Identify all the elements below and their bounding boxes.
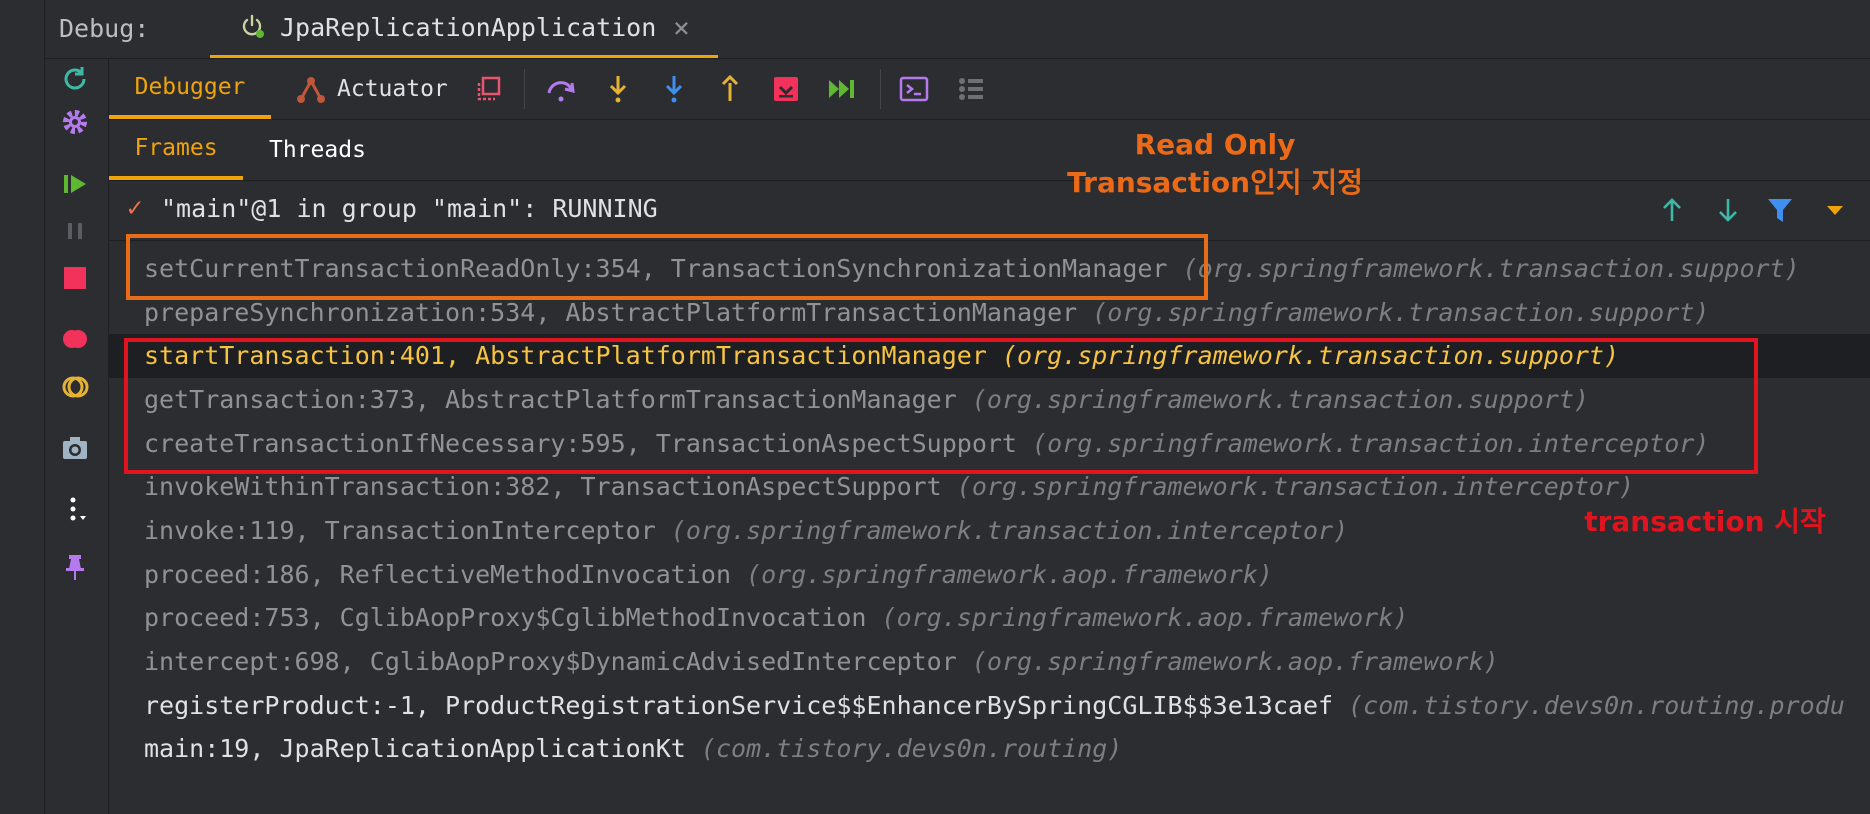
frame-package: (org.springframework.transaction.interce… xyxy=(956,472,1635,501)
filter-icon[interactable] xyxy=(1763,193,1797,227)
pause-icon[interactable] xyxy=(57,213,93,249)
force-step-into-icon[interactable] xyxy=(656,71,692,107)
frame-method: main:19, JpaReplicationApplicationKt xyxy=(144,734,686,763)
settings-gear-icon[interactable] xyxy=(57,104,93,140)
frame-package: (com.tistory.devs0n.routing.produ xyxy=(1348,691,1845,720)
frame-row[interactable]: intercept:698, CglibAopProxy$DynamicAdvi… xyxy=(109,640,1870,684)
tab-debugger[interactable]: Debugger xyxy=(109,59,271,119)
frame-method: invokeWithinTransaction:382, Transaction… xyxy=(144,472,942,501)
step-into-icon[interactable] xyxy=(600,71,636,107)
stop-icon[interactable] xyxy=(57,260,93,296)
frame-row[interactable]: prepareSynchronization:534, AbstractPlat… xyxy=(109,291,1870,335)
transaction-start-annotation: transaction 시작 xyxy=(1584,505,1826,538)
trace-list-icon[interactable] xyxy=(953,71,989,107)
frame-package: (org.springframework.transaction.interce… xyxy=(670,516,1349,545)
tab-threads[interactable]: Threads xyxy=(269,120,366,180)
arrow-down-icon[interactable] xyxy=(1711,193,1745,227)
mute-breakpoints-icon[interactable] xyxy=(57,369,93,405)
frame-method: startTransaction:401, AbstractPlatformTr… xyxy=(144,341,987,370)
frame-package: (org.springframework.aop.framework) xyxy=(746,560,1273,589)
run-config-tab[interactable]: JpaReplicationApplication × xyxy=(210,0,718,58)
frame-row[interactable]: proceed:186, ReflectiveMethodInvocation … xyxy=(109,553,1870,597)
actuator-icon xyxy=(295,73,327,105)
frames-threads-tabs: Frames Threads xyxy=(109,120,1870,181)
rerun-icon[interactable] xyxy=(57,61,93,97)
actuator-label: Actuator xyxy=(337,76,448,102)
frame-method: proceed:753, CglibAopProxy$CglibMethodIn… xyxy=(144,603,867,632)
frame-method: setCurrentTransactionReadOnly:354, Trans… xyxy=(144,254,1168,283)
read-only-annotation-line1: Read Only xyxy=(1134,128,1296,161)
restore-layout-icon[interactable] xyxy=(470,71,506,107)
tab-actuator[interactable]: Actuator xyxy=(295,59,448,119)
frame-method: prepareSynchronization:534, AbstractPlat… xyxy=(144,298,1078,327)
toolbar-separator xyxy=(524,69,525,109)
frame-row[interactable]: proceed:753, CglibAopProxy$CglibMethodIn… xyxy=(109,596,1870,640)
frame-method: createTransactionIfNecessary:595, Transa… xyxy=(144,429,1017,458)
resume-icon[interactable] xyxy=(57,166,93,202)
thread-selector-text: "main"@1 in group "main": RUNNING xyxy=(161,194,658,223)
debug-label: Debug: xyxy=(59,14,150,43)
frame-row[interactable]: setCurrentTransactionReadOnly:354, Trans… xyxy=(109,247,1870,291)
frame-row[interactable]: main:19, JpaReplicationApplicationKt (co… xyxy=(109,727,1870,771)
frame-method: invoke:119, TransactionInterceptor xyxy=(144,516,656,545)
frame-package: (org.springframework.transaction.support… xyxy=(971,385,1589,414)
frame-row[interactable]: createTransactionIfNecessary:595, Transa… xyxy=(109,422,1870,466)
frame-package: (org.springframework.transaction.interce… xyxy=(1032,429,1710,458)
arrow-up-icon[interactable] xyxy=(1655,193,1689,227)
view-breakpoints-icon[interactable] xyxy=(57,321,93,357)
step-out-icon[interactable] xyxy=(712,71,748,107)
thread-selector[interactable]: ✓ "main"@1 in group "main": RUNNING xyxy=(109,181,1870,241)
step-over-icon[interactable] xyxy=(543,71,579,107)
frame-method: intercept:698, CglibAopProxy$DynamicAdvi… xyxy=(144,647,957,676)
frame-package: (com.tistory.devs0n.routing) xyxy=(700,734,1123,763)
debug-side-toolbar xyxy=(45,59,109,814)
run-to-cursor-icon[interactable] xyxy=(768,71,804,107)
frame-method: registerProduct:-1, ProductRegistrationS… xyxy=(144,691,1334,720)
close-tab-icon[interactable]: × xyxy=(673,11,690,44)
left-tool-strip xyxy=(0,0,45,814)
read-only-annotation: Read Only Transaction인지 지정 xyxy=(1050,126,1380,202)
read-only-annotation-line2: Transaction인지 지정 xyxy=(1067,166,1363,199)
pin-icon[interactable] xyxy=(57,549,93,585)
dropdown-arrow-icon[interactable] xyxy=(1818,193,1852,227)
thread-status-check-icon: ✓ xyxy=(127,193,143,223)
frame-method: getTransaction:373, AbstractPlatformTran… xyxy=(144,385,957,414)
debugger-toolbar: Debugger Actuator xyxy=(109,59,1870,120)
camera-icon[interactable] xyxy=(57,430,93,466)
frame-row[interactable]: registerProduct:-1, ProductRegistrationS… xyxy=(109,684,1870,728)
toolbar-separator xyxy=(880,69,881,109)
evaluate-expression-icon[interactable] xyxy=(896,71,932,107)
resume-program-icon[interactable] xyxy=(824,71,860,107)
frame-package: (org.springframework.transaction.support… xyxy=(1092,298,1710,327)
tab-frames[interactable]: Frames xyxy=(109,120,243,180)
frame-package: (org.springframework.aop.framework) xyxy=(971,647,1499,676)
frame-package: (org.springframework.transaction.support… xyxy=(1182,254,1800,283)
more-icon[interactable] xyxy=(57,491,93,527)
run-config-title: JpaReplicationApplication xyxy=(280,13,657,42)
frame-row[interactable]: getTransaction:373, AbstractPlatformTran… xyxy=(109,378,1870,422)
frame-row-current[interactable]: startTransaction:401, AbstractPlatformTr… xyxy=(109,334,1870,378)
frame-package: (org.springframework.aop.framework) xyxy=(881,603,1409,632)
debug-title-bar: Debug: JpaReplicationApplication × xyxy=(45,0,1870,59)
power-icon xyxy=(240,14,264,38)
frame-package: (org.springframework.transaction.support… xyxy=(1001,341,1620,370)
frame-method: proceed:186, ReflectiveMethodInvocation xyxy=(144,560,731,589)
